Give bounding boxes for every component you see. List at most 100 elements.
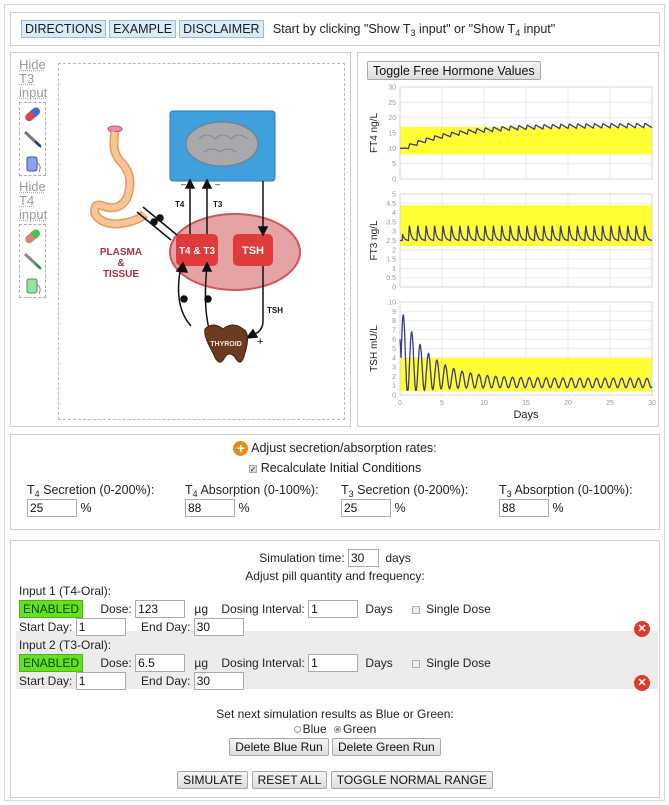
y-tick-label: 5 bbox=[392, 192, 396, 199]
y-tick-label: 20 bbox=[388, 115, 396, 122]
input-2-interval-input[interactable] bbox=[308, 654, 359, 672]
input-1-start-day-input[interactable] bbox=[75, 618, 126, 636]
input-2-dose-input[interactable] bbox=[135, 654, 186, 672]
y-tick-label: 5 bbox=[392, 346, 396, 353]
input-1-single-dose[interactable]: Single Dose bbox=[412, 602, 491, 616]
chart-panel: Toggle Free Hormone Values 0 5 10 15 20 25 30 F… bbox=[357, 52, 659, 427]
input-1-dose-row: ENABLED Dose: µg Dosing Interval: Days S… bbox=[19, 600, 491, 618]
hide-t4-input-link[interactable]: Hide T4 input bbox=[19, 180, 47, 222]
input-2-days-row: Start Day: End Day: bbox=[19, 672, 244, 690]
rate-field-label: T4 Secretion (0-200%): bbox=[27, 483, 155, 499]
y-tick-label: 1 bbox=[392, 266, 396, 273]
delete-green-run-button[interactable]: Delete Green Run bbox=[332, 738, 441, 756]
simulate-button[interactable]: SIMULATE bbox=[177, 771, 249, 789]
t4-pill-icon[interactable] bbox=[23, 227, 43, 245]
rates-header: + Adjust secretion/absorption rates: bbox=[11, 441, 659, 457]
x-tick-label: 5 bbox=[440, 400, 444, 407]
rate-field: T3 Secretion (0-200%): % bbox=[341, 483, 468, 517]
rate-field-input[interactable] bbox=[27, 499, 77, 517]
x-axis-label: Days bbox=[513, 409, 539, 421]
t3-iv-bag-icon[interactable] bbox=[23, 155, 43, 173]
input-1-end-day-input[interactable] bbox=[193, 618, 244, 636]
y-tick-label: 4 bbox=[392, 210, 396, 217]
y-tick-label: 10 bbox=[388, 300, 396, 307]
toggle-normal-range-button[interactable]: TOGGLE NORMAL RANGE bbox=[330, 771, 493, 789]
plasma-label-2: & bbox=[117, 258, 124, 269]
expand-rates-icon[interactable]: + bbox=[233, 441, 249, 457]
rate-field-input[interactable] bbox=[499, 499, 549, 517]
input-1-dose-input[interactable] bbox=[135, 600, 186, 618]
simulation-time-input[interactable] bbox=[348, 549, 379, 567]
svg-text:TSH: TSH bbox=[267, 306, 283, 315]
hpt-axis-diagram: PLASMA & TISSUE T4 & T3 TSH T4 T3 – – TS… bbox=[90, 110, 301, 363]
x-tick-label: 10 bbox=[480, 400, 488, 407]
input-2-end-day-input[interactable] bbox=[193, 672, 244, 690]
disclaimer-button[interactable]: DISCLAIMER bbox=[179, 20, 264, 38]
example-button[interactable]: EXAMPLE bbox=[109, 20, 177, 38]
adjust-pill-label: Adjust pill quantity and frequency: bbox=[245, 569, 425, 583]
svg-text:+: + bbox=[257, 336, 263, 348]
input-2-start-day-input[interactable] bbox=[75, 672, 126, 690]
input-2-single-dose[interactable]: Single Dose bbox=[412, 656, 491, 670]
y-tick-label: 2 bbox=[392, 374, 396, 381]
y-tick-label: 8 bbox=[392, 318, 396, 325]
x-tick-label: 25 bbox=[606, 400, 614, 407]
radio-green[interactable]: Green bbox=[334, 722, 376, 736]
x-tick-label: 20 bbox=[564, 400, 572, 407]
t3-syringe-icon[interactable] bbox=[23, 130, 43, 148]
y-tick-label: 5 bbox=[392, 161, 396, 168]
y-tick-label: 0 bbox=[392, 285, 396, 292]
y-tick-label: 10 bbox=[388, 146, 396, 153]
rate-field-input[interactable] bbox=[341, 499, 391, 517]
input-1-title: Input 1 (T4-Oral): bbox=[19, 584, 112, 598]
t3-input-icons bbox=[19, 102, 46, 176]
y-tick-label: 6 bbox=[392, 337, 396, 344]
normal-range-band bbox=[400, 126, 652, 155]
y-tick-label: 0.5 bbox=[386, 275, 396, 282]
delete-blue-run-button[interactable]: Delete Blue Run bbox=[229, 738, 329, 756]
y-axis-label: FT3 ng/L bbox=[369, 220, 380, 260]
input-1-interval-input[interactable] bbox=[308, 600, 359, 618]
input-1-delete-icon[interactable]: ✕ bbox=[634, 621, 650, 637]
y-tick-label: 2 bbox=[392, 247, 396, 254]
y-tick-label: 7 bbox=[392, 327, 396, 334]
single-dose-checkbox[interactable] bbox=[412, 659, 421, 668]
x-tick-label: 0 bbox=[398, 400, 402, 407]
directions-button[interactable]: DIRECTIONS bbox=[21, 20, 107, 38]
svg-text:THYROID: THYROID bbox=[210, 341, 242, 348]
rate-field-label: T3 Absorption (0-100%): bbox=[499, 483, 633, 499]
y-tick-label: 0 bbox=[392, 177, 396, 184]
simulation-time-row: Simulation time: days bbox=[11, 549, 659, 567]
rate-field-label: T4 Absorption (0-100%): bbox=[185, 483, 319, 499]
reset-all-button[interactable]: RESET ALL bbox=[251, 771, 328, 789]
hide-t3-input-link[interactable]: Hide T3 input bbox=[19, 58, 47, 100]
radio-blue[interactable]: Blue bbox=[293, 722, 327, 736]
recalc-checkbox[interactable]: ✓ bbox=[248, 464, 257, 473]
radio-green-circle[interactable] bbox=[334, 726, 341, 734]
y-axis-label: FT4 ng/L bbox=[369, 113, 380, 153]
thyroid-diagram: PLASMA & TISSUE T4 & T3 TSH T4 T3 – – TS… bbox=[58, 63, 345, 420]
y-tick-label: 3.5 bbox=[386, 219, 396, 226]
top-toolbar: DIRECTIONS EXAMPLE DISCLAIMER Start by cli… bbox=[10, 12, 660, 46]
input-2-title: Input 2 (T3-Oral): bbox=[19, 638, 112, 652]
t3-pill-icon[interactable] bbox=[23, 105, 43, 123]
input-2-delete-icon[interactable]: ✕ bbox=[634, 675, 650, 691]
plasma-label-1: PLASMA bbox=[100, 247, 142, 258]
recalc-row: ✓ Recalculate Initial Conditions bbox=[248, 461, 422, 475]
input-toggles: Hide T3 input Hide T4 input bbox=[19, 58, 47, 302]
input-1-enabled-toggle[interactable]: ENABLED bbox=[19, 600, 84, 618]
t4-iv-bag-icon[interactable] bbox=[23, 277, 43, 295]
rate-field: T3 Absorption (0-100%): % bbox=[499, 483, 633, 517]
rate-field-input[interactable] bbox=[185, 499, 235, 517]
rate-field-label: T3 Secretion (0-200%): bbox=[341, 483, 469, 499]
main-action-buttons: SIMULATE RESET ALL TOGGLE NORMAL RANGE bbox=[11, 771, 659, 789]
t4-syringe-icon[interactable] bbox=[23, 252, 43, 270]
input-2-enabled-toggle[interactable]: ENABLED bbox=[19, 654, 84, 672]
plasma-label-3: TISSUE bbox=[103, 269, 139, 280]
y-tick-label: 30 bbox=[388, 85, 396, 92]
single-dose-checkbox[interactable] bbox=[412, 605, 421, 614]
run-color-radios: Blue Green bbox=[11, 722, 659, 736]
radio-blue-circle[interactable] bbox=[293, 726, 301, 734]
y-tick-label: 4 bbox=[392, 355, 396, 362]
input-1-days-row: Start Day: End Day: bbox=[19, 618, 244, 636]
